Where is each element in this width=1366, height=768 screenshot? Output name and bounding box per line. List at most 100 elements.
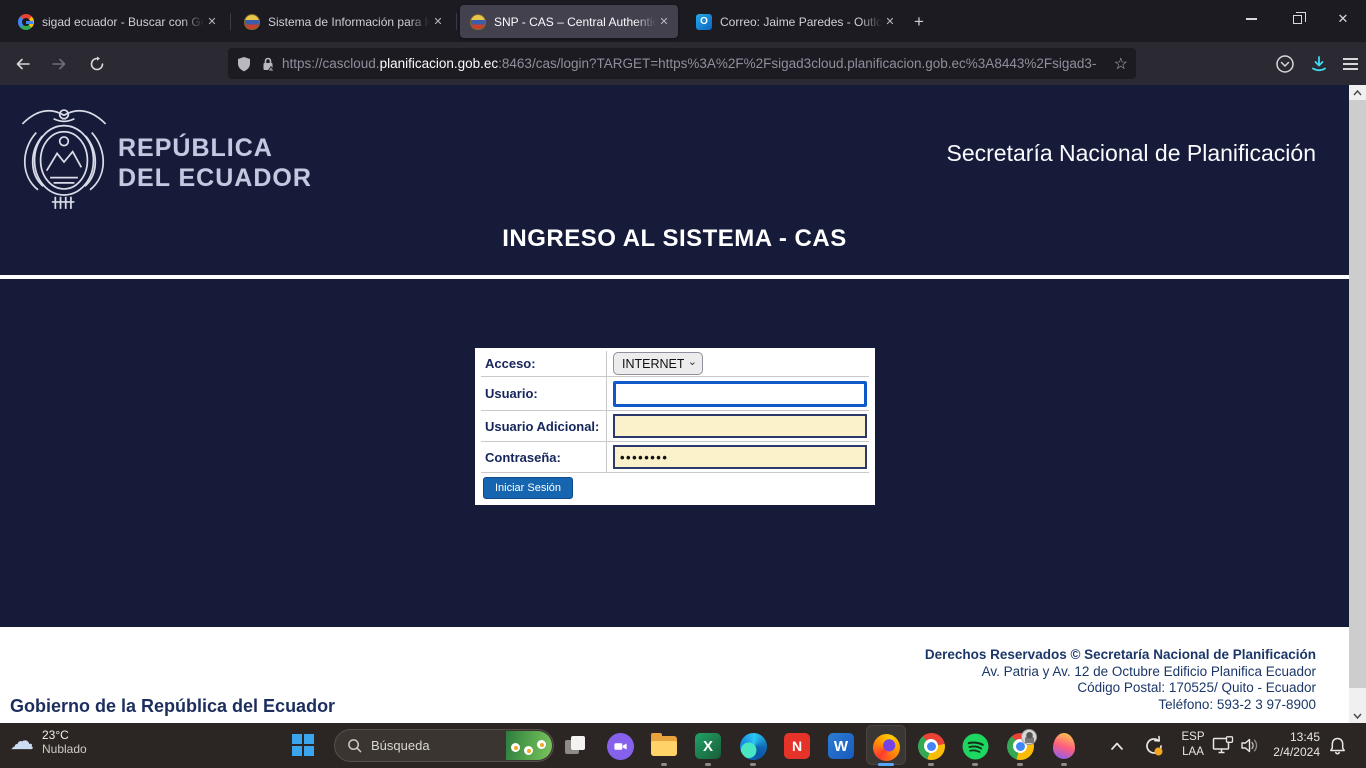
paint-drop-icon bbox=[1053, 733, 1075, 759]
tab-outlook[interactable]: O Correo: Jaime Paredes - Outlook ✕ bbox=[686, 5, 904, 38]
back-arrow-icon bbox=[15, 56, 31, 72]
url-bar[interactable]: https://cascloud.planificacion.gob.ec:84… bbox=[228, 48, 1136, 79]
scrollbar-thumb[interactable] bbox=[1349, 100, 1366, 688]
usuario-adicional-label: Usuario Adicional: bbox=[481, 411, 607, 441]
word-icon: W bbox=[828, 733, 854, 759]
tab-close-icon[interactable]: ✕ bbox=[656, 14, 672, 30]
footer-rights: Derechos Reservados © Secretaría Naciona… bbox=[925, 647, 1316, 664]
tab-close-icon[interactable]: ✕ bbox=[204, 14, 220, 30]
taskbar-icon-word[interactable]: W bbox=[821, 732, 861, 760]
usuario-adicional-row: Usuario Adicional: bbox=[481, 411, 869, 442]
tab-separator bbox=[456, 13, 457, 30]
acceso-row: Acceso: INTERNET ⌄ bbox=[481, 350, 869, 377]
taskbar-icon-file-explorer[interactable] bbox=[644, 732, 684, 760]
clock-date: 2/4/2024 bbox=[1258, 745, 1320, 760]
language-indicator[interactable]: ESP LAA bbox=[1176, 730, 1210, 760]
profile-avatar-badge bbox=[1021, 729, 1037, 745]
taskbar-icon-pdf-app[interactable]: N bbox=[777, 732, 817, 760]
clock-time: 13:45 bbox=[1258, 730, 1320, 745]
windows-taskbar: ☁ 23°C Nublado Búsqueda bbox=[0, 723, 1366, 768]
iniciar-sesion-button[interactable]: Iniciar Sesión bbox=[483, 477, 573, 499]
screen: sigad ecuador - Buscar con Goo ✕ Sistema… bbox=[0, 0, 1366, 768]
ecuador-crest-favicon-icon bbox=[244, 14, 260, 30]
tab-snp-cas-active[interactable]: SNP - CAS – Central Authentica ✕ bbox=[460, 5, 678, 38]
restore-icon bbox=[1293, 15, 1302, 24]
task-view-button[interactable] bbox=[555, 732, 595, 760]
taskbar-icon-firefox[interactable] bbox=[866, 733, 906, 761]
usuario-row: Usuario: bbox=[481, 377, 869, 411]
volume-tray-icon[interactable] bbox=[1240, 737, 1260, 759]
chrome-icon bbox=[1007, 733, 1034, 760]
second-screen-tray-icon[interactable] bbox=[1212, 736, 1234, 760]
tab-close-icon[interactable]: ✕ bbox=[882, 14, 898, 30]
usuario-input[interactable] bbox=[613, 381, 867, 407]
tab-close-icon[interactable]: ✕ bbox=[430, 14, 446, 30]
firefox-icon bbox=[873, 734, 900, 761]
hidden-icons-button[interactable] bbox=[1110, 738, 1124, 756]
forward-button[interactable] bbox=[44, 49, 74, 79]
footer-postal: Código Postal: 170525/ Quito - Ecuador bbox=[925, 680, 1316, 697]
taskbar-icon-excel[interactable]: X bbox=[688, 732, 728, 760]
taskbar-icon-spotify[interactable] bbox=[955, 732, 995, 760]
chevron-up-icon bbox=[1110, 741, 1124, 751]
forward-arrow-icon bbox=[51, 56, 67, 72]
gobierno-text: Gobierno de la República del Ecuador bbox=[10, 696, 335, 717]
site-footer: Derechos Reservados © Secretaría Naciona… bbox=[0, 627, 1349, 723]
excel-icon: X bbox=[695, 733, 721, 759]
reload-icon bbox=[89, 56, 105, 72]
shield-icon bbox=[236, 56, 252, 72]
page-scrollbar[interactable] bbox=[1349, 85, 1366, 723]
taskbar-search[interactable]: Búsqueda bbox=[334, 729, 554, 762]
browser-tab-bar: sigad ecuador - Buscar con Goo ✕ Sistema… bbox=[0, 0, 1366, 42]
tab-title: Sistema de Información para los bbox=[268, 15, 430, 29]
start-button[interactable] bbox=[292, 734, 314, 756]
contrasena-input[interactable] bbox=[613, 445, 867, 469]
url-text: https://cascloud.planificacion.gob.ec:84… bbox=[282, 56, 1110, 71]
minimize-icon bbox=[1246, 18, 1257, 20]
bell-icon bbox=[1328, 736, 1347, 756]
close-button[interactable]: ✕ bbox=[1320, 0, 1366, 38]
acceso-select[interactable]: INTERNET bbox=[613, 352, 703, 375]
search-icon bbox=[347, 738, 362, 753]
monitor-icon bbox=[1212, 736, 1234, 755]
tab-sistema-informacion[interactable]: Sistema de Información para los ✕ bbox=[234, 5, 452, 38]
taskbar-icon-video-app[interactable] bbox=[600, 732, 640, 760]
search-placeholder: Búsqueda bbox=[371, 738, 430, 753]
scroll-down-arrow-icon[interactable] bbox=[1349, 708, 1366, 723]
reload-button[interactable] bbox=[82, 49, 112, 79]
taskbar-icon-paint-drop[interactable] bbox=[1044, 732, 1084, 760]
new-tab-button[interactable]: + bbox=[906, 9, 932, 35]
usuario-label: Usuario: bbox=[481, 377, 607, 410]
notifications-button[interactable] bbox=[1328, 736, 1347, 761]
active-running-indicator bbox=[878, 763, 894, 766]
ecuador-crest-favicon-icon bbox=[470, 14, 486, 30]
update-pending-tray-icon[interactable] bbox=[1142, 734, 1166, 763]
cloud-icon: ☁ bbox=[10, 730, 34, 754]
taskbar-icon-chrome[interactable] bbox=[911, 732, 951, 760]
taskbar-icon-edge[interactable] bbox=[733, 732, 773, 760]
toolbar-right-icons bbox=[1275, 49, 1358, 79]
tab-separator bbox=[230, 13, 231, 30]
pocket-icon[interactable] bbox=[1275, 54, 1295, 74]
minimize-button[interactable] bbox=[1228, 0, 1274, 38]
restore-button[interactable] bbox=[1274, 0, 1320, 38]
tab-google-search[interactable]: sigad ecuador - Buscar con Goo ✕ bbox=[8, 5, 226, 38]
download-icon[interactable] bbox=[1309, 54, 1329, 74]
scroll-up-arrow-icon[interactable] bbox=[1349, 85, 1366, 100]
update-sync-icon bbox=[1142, 734, 1166, 758]
chrome-icon bbox=[918, 733, 945, 760]
language-top: ESP bbox=[1176, 730, 1210, 745]
usuario-adicional-input[interactable] bbox=[613, 414, 867, 438]
taskbar-icon-chrome-profile[interactable] bbox=[1000, 732, 1040, 760]
back-button[interactable] bbox=[8, 49, 38, 79]
language-bottom: LAA bbox=[1176, 745, 1210, 760]
weather-temp: 23°C bbox=[42, 728, 87, 742]
menu-icon[interactable] bbox=[1343, 58, 1358, 70]
bookmark-star-icon[interactable]: ☆ bbox=[1114, 54, 1128, 74]
tab-title: Correo: Jaime Paredes - Outlook bbox=[720, 15, 882, 29]
running-indicator bbox=[972, 763, 978, 766]
acceso-label: Acceso: bbox=[481, 351, 607, 376]
edge-icon bbox=[740, 733, 767, 760]
taskbar-clock[interactable]: 13:45 2/4/2024 bbox=[1258, 730, 1320, 760]
weather-widget[interactable]: ☁ 23°C Nublado bbox=[10, 728, 87, 756]
